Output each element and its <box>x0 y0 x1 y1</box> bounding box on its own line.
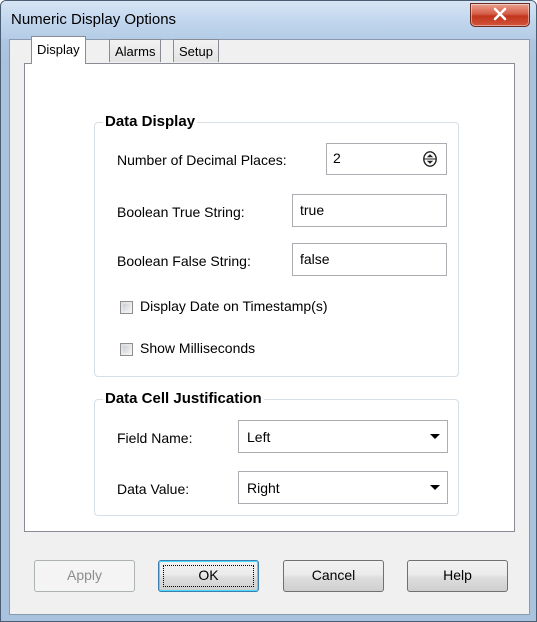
title-bar[interactable]: Numeric Display Options <box>1 1 536 39</box>
window-title: Numeric Display Options <box>11 11 177 28</box>
tab-alarms-label: Alarms <box>115 44 156 59</box>
ok-button-label: OK <box>198 567 219 583</box>
help-button-label: Help <box>443 567 472 583</box>
apply-button[interactable]: Apply <box>34 560 135 592</box>
data-display-group-title: Data Display <box>103 113 198 130</box>
ok-button[interactable]: OK <box>158 560 259 592</box>
show-milliseconds-label[interactable]: Show Milliseconds <box>140 340 255 356</box>
justification-group: Data Cell Justification Field Name: Left… <box>94 390 459 516</box>
tab-alarms[interactable]: Alarms <box>109 39 162 62</box>
data-display-group: Data Display Number of Decimal Places: 2… <box>94 113 459 377</box>
tab-display[interactable]: Display <box>31 36 86 64</box>
cancel-button-label: Cancel <box>311 567 356 583</box>
chevron-down-icon <box>430 434 440 439</box>
false-string-value: false <box>300 251 330 267</box>
field-name-value: Left <box>247 429 271 445</box>
true-string-input[interactable]: true <box>292 194 447 227</box>
decimal-places-label: Number of Decimal Places: <box>117 152 287 168</box>
close-button[interactable] <box>470 3 530 27</box>
cancel-button[interactable]: Cancel <box>283 560 384 592</box>
decimal-places-value: 2 <box>333 150 341 166</box>
display-date-checkbox[interactable] <box>120 301 133 314</box>
tab-setup[interactable]: Setup <box>173 39 219 62</box>
apply-button-label: Apply <box>66 567 103 583</box>
chevron-down-icon <box>430 485 440 490</box>
data-value-value: Right <box>247 480 280 496</box>
decimal-places-spinbox[interactable]: 2 <box>326 143 447 175</box>
dialog-window: Numeric Display Options Display Alarms S… <box>0 0 537 622</box>
data-value-label: Data Value: <box>117 481 190 497</box>
tab-display-label: Display <box>37 42 80 57</box>
display-date-label[interactable]: Display Date on Timestamp(s) <box>140 298 328 314</box>
justification-group-title: Data Cell Justification <box>103 390 264 407</box>
close-icon <box>493 7 507 21</box>
true-string-label: Boolean True String: <box>117 204 245 220</box>
tab-panel-display: Data Display Number of Decimal Places: 2… <box>24 63 515 532</box>
false-string-input[interactable]: false <box>292 243 447 276</box>
show-milliseconds-checkbox[interactable] <box>120 343 133 356</box>
false-string-label: Boolean False String: <box>117 253 251 269</box>
help-button[interactable]: Help <box>407 560 508 592</box>
true-string-value: true <box>300 202 325 218</box>
data-value-dropdown[interactable]: Right <box>238 471 448 504</box>
spinner-icon[interactable] <box>423 151 437 167</box>
field-name-label: Field Name: <box>117 430 193 446</box>
tab-setup-label: Setup <box>179 44 213 59</box>
field-name-dropdown[interactable]: Left <box>238 420 448 453</box>
